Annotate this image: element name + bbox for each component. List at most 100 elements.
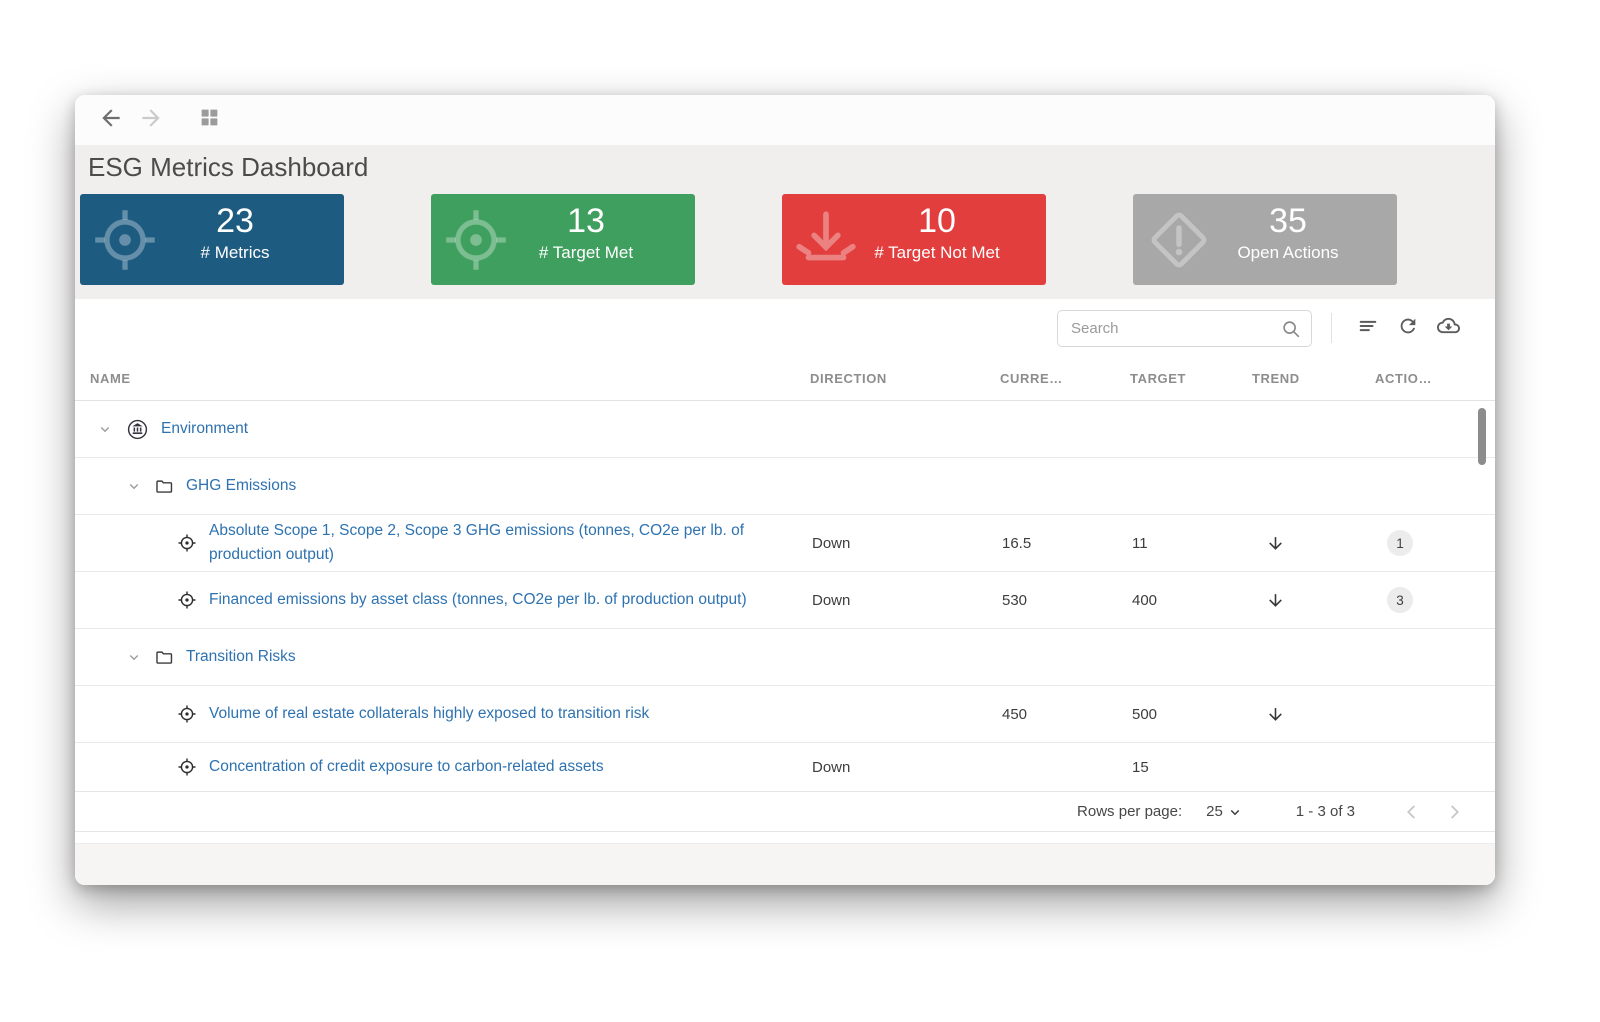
summary-card-target-not-met[interactable]: 10# Target Not Met — [782, 194, 1046, 285]
current-cell: 16.5 — [1000, 535, 1130, 552]
apps-menu-button[interactable] — [194, 105, 224, 135]
name-cell: Volume of real estate collaterals highly… — [90, 702, 810, 726]
metric-name-link[interactable]: Absolute Scope 1, Scope 2, Scope 3 GHG e… — [209, 519, 784, 567]
chevron-down-icon[interactable] — [96, 420, 114, 438]
arrow-down-icon — [1266, 597, 1285, 614]
arrow-right-icon — [138, 105, 164, 136]
column-header-current: CURRE… — [1000, 371, 1130, 386]
pagination-range: 1 - 3 of 3 — [1296, 803, 1355, 820]
toolbar-divider — [1331, 313, 1332, 343]
pagination-bar: Rows per page: 25 1 - 3 of 3 — [75, 791, 1495, 832]
header-band: ESG Metrics Dashboard 23# Metrics 13# Tar… — [75, 145, 1495, 299]
back-button[interactable] — [96, 105, 126, 135]
target-cell: 15 — [1130, 759, 1252, 776]
target-cell: 500 — [1130, 706, 1252, 723]
actions-cell: 3 — [1375, 587, 1480, 613]
rows-per-page-label: Rows per page: — [1077, 803, 1182, 820]
rows-per-page-select[interactable]: 25 — [1206, 803, 1244, 821]
table-row: Concentration of credit exposure to carb… — [75, 743, 1495, 791]
actions-cell: 1 — [1375, 530, 1480, 556]
arrow-left-icon — [98, 105, 124, 136]
name-cell: Concentration of credit exposure to carb… — [90, 755, 810, 779]
previous-page-button[interactable] — [1401, 801, 1423, 823]
direction-cell: Down — [810, 759, 1000, 776]
name-cell: Transition Risks — [90, 648, 810, 667]
search-icon — [1280, 318, 1302, 340]
target-icon — [177, 757, 197, 777]
metric-name-link[interactable]: Concentration of credit exposure to carb… — [209, 755, 604, 779]
target-cell: 11 — [1130, 535, 1252, 552]
arrow-down-impact-icon — [793, 207, 859, 273]
scrollbar-thumb[interactable] — [1478, 408, 1486, 465]
column-header-trend: TREND — [1252, 371, 1375, 386]
table-panel: NAME DIRECTION CURRE… TARGET TREND ACTIO… — [75, 299, 1495, 885]
column-header-direction: DIRECTION — [810, 371, 1000, 386]
table-header: NAME DIRECTION CURRE… TARGET TREND ACTIO… — [75, 357, 1495, 401]
filter-button[interactable] — [1348, 308, 1388, 348]
app-window: ESG Metrics Dashboard 23# Metrics 13# Tar… — [75, 95, 1495, 885]
actions-count-badge[interactable]: 1 — [1387, 530, 1413, 556]
actions-count-badge[interactable]: 3 — [1387, 587, 1413, 613]
panel-spacer — [75, 832, 1495, 843]
forward-button[interactable] — [136, 105, 166, 135]
diamond-exclamation-icon — [1144, 205, 1214, 275]
target-icon — [177, 590, 197, 610]
refresh-icon — [1397, 315, 1419, 342]
summary-cards: 23# Metrics 13# Target Met 10# Target Not … — [75, 194, 1495, 299]
chevron-down-icon[interactable] — [125, 648, 143, 666]
summary-card-open-actions[interactable]: 35Open Actions — [1133, 194, 1397, 285]
trend-cell — [1252, 705, 1375, 724]
refresh-button[interactable] — [1388, 308, 1428, 348]
target-icon — [442, 206, 510, 274]
trend-cell — [1252, 534, 1375, 553]
search-input[interactable] — [1057, 310, 1312, 347]
group-name-link[interactable]: Environment — [161, 420, 248, 438]
table-row: Absolute Scope 1, Scope 2, Scope 3 GHG e… — [75, 515, 1495, 572]
filter-icon — [1357, 315, 1379, 342]
arrow-down-icon — [1266, 711, 1285, 728]
name-cell: Environment — [90, 418, 810, 441]
target-icon — [91, 206, 159, 274]
download-button[interactable] — [1428, 308, 1468, 348]
column-header-name: NAME — [90, 371, 810, 386]
group-name-link[interactable]: Transition Risks — [186, 648, 296, 666]
table-row: Volume of real estate collaterals highly… — [75, 686, 1495, 743]
trend-cell — [1252, 591, 1375, 610]
current-cell: 530 — [1000, 592, 1130, 609]
target-icon — [177, 704, 197, 724]
table-toolbar — [75, 299, 1495, 357]
bank-icon — [126, 418, 149, 441]
metric-name-link[interactable]: Volume of real estate collaterals highly… — [209, 702, 649, 726]
direction-cell: Down — [810, 592, 1000, 609]
name-cell: Financed emissions by asset class (tonne… — [90, 588, 810, 612]
table-row: Financed emissions by asset class (tonne… — [75, 572, 1495, 629]
cloud-download-icon — [1437, 314, 1460, 342]
folder-icon — [155, 477, 174, 496]
target-icon — [177, 533, 197, 553]
name-cell: GHG Emissions — [90, 477, 810, 496]
rows-per-page-value: 25 — [1206, 803, 1223, 820]
name-cell: Absolute Scope 1, Scope 2, Scope 3 GHG e… — [90, 519, 810, 567]
target-cell: 400 — [1130, 592, 1252, 609]
table-body: Environment GHG Emissions Absolute Scope 1… — [75, 401, 1495, 791]
search-box — [1057, 310, 1312, 347]
browser-chrome — [75, 95, 1495, 145]
table-row: GHG Emissions — [75, 458, 1495, 515]
table-row: Transition Risks — [75, 629, 1495, 686]
summary-card-target-met[interactable]: 13# Target Met — [431, 194, 695, 285]
apps-grid-icon — [199, 107, 220, 133]
folder-icon — [155, 648, 174, 667]
summary-card-metrics[interactable]: 23# Metrics — [80, 194, 344, 285]
group-name-link[interactable]: GHG Emissions — [186, 477, 296, 495]
next-page-button[interactable] — [1443, 801, 1465, 823]
direction-cell: Down — [810, 535, 1000, 552]
window-footer — [75, 843, 1495, 885]
arrow-down-icon — [1266, 540, 1285, 557]
current-cell: 450 — [1000, 706, 1130, 723]
column-header-actions: ACTIO… — [1375, 371, 1480, 386]
chevron-down-icon[interactable] — [125, 477, 143, 495]
chevron-down-icon — [1226, 803, 1244, 821]
metric-name-link[interactable]: Financed emissions by asset class (tonne… — [209, 588, 747, 612]
page-title: ESG Metrics Dashboard — [75, 145, 1495, 194]
column-header-target: TARGET — [1130, 371, 1252, 386]
